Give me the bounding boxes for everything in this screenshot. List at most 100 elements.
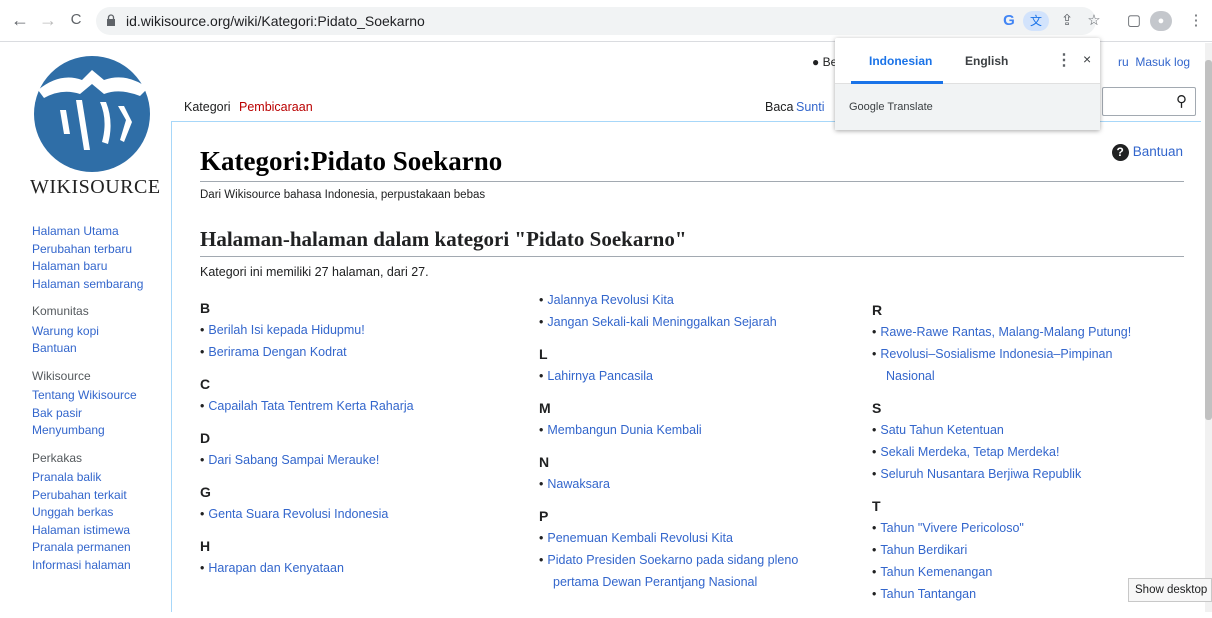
category-page-link[interactable]: Nasional	[886, 369, 935, 383]
group-letter: B	[200, 300, 211, 316]
category-page-link[interactable]: Seluruh Nusantara Berjiwa Republik	[880, 467, 1081, 481]
category-count: Kategori ini memiliki 27 halaman, dari 2…	[200, 265, 429, 279]
search-input[interactable]: ⚲	[1102, 87, 1196, 116]
reload-icon[interactable]: C	[64, 8, 88, 32]
help-link[interactable]: ? Bantuan	[1111, 144, 1183, 161]
translate-popup-header: Indonesian English ⋮ ×	[835, 38, 1100, 84]
baru-link-text[interactable]: ru	[1118, 55, 1129, 69]
login-link[interactable]: Masuk log	[1135, 55, 1190, 69]
bullet: •	[539, 369, 544, 383]
sidebar-perkakas-nav: Pranala balik Perubahan terkait Unggah ber…	[32, 469, 172, 574]
category-column-2: • Jalannya Revolusi Kita • Jangan Sekali-ka…	[539, 290, 869, 606]
sidebar-wikisource-nav: Tentang Wikisource Bak pasir Menyumbang	[32, 387, 172, 440]
scrollbar-thumb[interactable]	[1205, 60, 1212, 420]
bullet: •	[539, 293, 544, 307]
forward-icon[interactable]: →	[36, 8, 60, 32]
category-page-link[interactable]: Lahirnya Pancasila	[547, 369, 653, 383]
bullet: •	[872, 467, 877, 481]
bullet: •	[200, 453, 205, 467]
category-page-link[interactable]: Sekali Merdeka, Tetap Merdeka!	[880, 445, 1059, 459]
category-page-link[interactable]: Tahun Berdikari	[880, 543, 967, 557]
category-page-link[interactable]: Berilah Isi kepada Hidupmu!	[208, 323, 364, 337]
tab-pembicaraan[interactable]: Pembicaraan	[239, 100, 313, 114]
google-translate-label: Google Translate	[849, 101, 933, 113]
sidebar-item[interactable]: Bak pasir	[32, 405, 172, 423]
group-letter: G	[200, 484, 211, 500]
list-item: • Tahun Berdikari	[872, 540, 1192, 562]
group-letter: L	[539, 346, 548, 362]
category-page-link[interactable]: Jangan Sekali-kali Meninggalkan Sejarah	[547, 315, 776, 329]
sidebar-item[interactable]: Bantuan	[32, 340, 172, 358]
category-page-link[interactable]: Membangun Dunia Kembali	[547, 423, 701, 437]
back-icon[interactable]: ←	[8, 8, 32, 32]
sidebar-item[interactable]: Tentang Wikisource	[32, 387, 172, 405]
sidebar-item[interactable]: Perubahan terbaru	[32, 241, 172, 259]
sidebar-item[interactable]: Halaman Utama	[32, 223, 172, 241]
list-item: • Harapan dan Kenyataan	[200, 558, 540, 580]
personal-user-link[interactable]: ● Be	[812, 55, 837, 69]
bullet: •	[200, 323, 205, 337]
wikisource-logo[interactable]	[30, 50, 154, 174]
sidebar-item[interactable]: Halaman sembarang	[32, 276, 172, 294]
category-page-link[interactable]: Satu Tahun Ketentuan	[880, 423, 1004, 437]
category-page-link[interactable]: Penemuan Kembali Revolusi Kita	[547, 531, 733, 545]
close-icon[interactable]: ×	[1083, 51, 1091, 67]
url-text[interactable]: id.wikisource.org/wiki/Kategori:Pidato_S…	[126, 13, 425, 29]
category-page-link[interactable]: Pidato Presiden Soekarno pada sidang ple…	[547, 553, 798, 567]
category-page-link[interactable]: Harapan dan Kenyataan	[208, 561, 344, 575]
tab-kategori[interactable]: Kategori	[184, 100, 231, 114]
category-page-link[interactable]: Dari Sabang Sampai Merauke!	[208, 453, 379, 467]
lang-tab-indonesian[interactable]: Indonesian	[869, 54, 932, 68]
group-letter: H	[200, 538, 211, 554]
bullet: •	[200, 399, 205, 413]
category-column-1: B • Berilah Isi kepada Hidupmu! • Berirama D…	[200, 300, 540, 592]
sidebar-item[interactable]: Informasi halaman	[32, 557, 172, 575]
bullet: •	[539, 531, 544, 545]
category-page-link[interactable]: Jalannya Revolusi Kita	[547, 293, 673, 307]
tab-baca[interactable]: Baca	[765, 100, 794, 114]
category-heading: Halaman-halaman dalam kategori "Pidato S…	[200, 227, 1184, 257]
personal-links[interactable]: ru Masuk log	[1118, 55, 1190, 69]
category-page-link[interactable]: pertama Dewan Perantjang Nasional	[553, 575, 757, 589]
page-title: Kategori:Pidato Soekarno	[200, 146, 1184, 182]
sidebar-item[interactable]: Warung kopi	[32, 323, 172, 341]
category-page-link[interactable]: Capailah Tata Tentrem Kerta Raharja	[208, 399, 413, 413]
chrome-menu-icon[interactable]: ⋮	[1185, 11, 1207, 31]
sidebar-item[interactable]: Halaman baru	[32, 258, 172, 276]
list-item: • Lahirnya Pancasila	[539, 366, 869, 388]
list-item: • Jalannya Revolusi Kita	[539, 290, 869, 312]
side-panel-icon[interactable]: ▢	[1123, 11, 1145, 31]
category-page-link[interactable]: Nawaksara	[547, 477, 610, 491]
category-page-link[interactable]: Berirama Dengan Kodrat	[208, 345, 346, 359]
profile-icon[interactable]: ●	[1150, 11, 1172, 31]
lang-tab-english[interactable]: English	[965, 54, 1008, 68]
tab-sunting[interactable]: Sunti	[796, 100, 825, 114]
search-icon[interactable]: ⚲	[1176, 92, 1187, 110]
sidebar-item[interactable]: Pranala permanen	[32, 539, 172, 557]
category-page-link[interactable]: Tahun Tantangan	[880, 587, 976, 601]
category-page-link[interactable]: Tahun Kemenangan	[880, 565, 992, 579]
star-icon[interactable]: ☆	[1083, 11, 1105, 31]
translate-popup: Indonesian English ⋮ × Google Translate	[835, 38, 1100, 130]
category-page-link[interactable]: Rawe-Rawe Rantas, Malang-Malang Putung!	[880, 325, 1131, 339]
sidebar-item[interactable]: Unggah berkas	[32, 504, 172, 522]
bullet: •	[872, 347, 877, 361]
sidebar-item[interactable]: Perubahan terkait	[32, 487, 172, 505]
list-item: • Penemuan Kembali Revolusi Kita	[539, 528, 869, 550]
sidebar-item[interactable]: Menyumbang	[32, 422, 172, 440]
address-bar[interactable]: id.wikisource.org/wiki/Kategori:Pidato_S…	[96, 7, 1096, 35]
category-page-link[interactable]: Tahun "Vivere Pericoloso"	[880, 521, 1023, 535]
category-page-link[interactable]: Genta Suara Revolusi Indonesia	[208, 507, 388, 521]
share-icon[interactable]: ⇪	[1056, 11, 1078, 31]
portal-heading-perkakas: Perkakas	[32, 450, 83, 465]
translate-popup-footer: Google Translate	[835, 84, 1100, 130]
sidebar-item[interactable]: Halaman istimewa	[32, 522, 172, 540]
help-link-text[interactable]: Bantuan	[1133, 144, 1183, 159]
category-page-link[interactable]: Revolusi–Sosialisme Indonesia–Pimpinan	[880, 347, 1112, 361]
sidebar-item[interactable]: Pranala balik	[32, 469, 172, 487]
more-options-icon[interactable]: ⋮	[1056, 50, 1072, 70]
google-icon[interactable]: G	[998, 11, 1020, 31]
translate-icon[interactable]: 文	[1023, 11, 1049, 31]
